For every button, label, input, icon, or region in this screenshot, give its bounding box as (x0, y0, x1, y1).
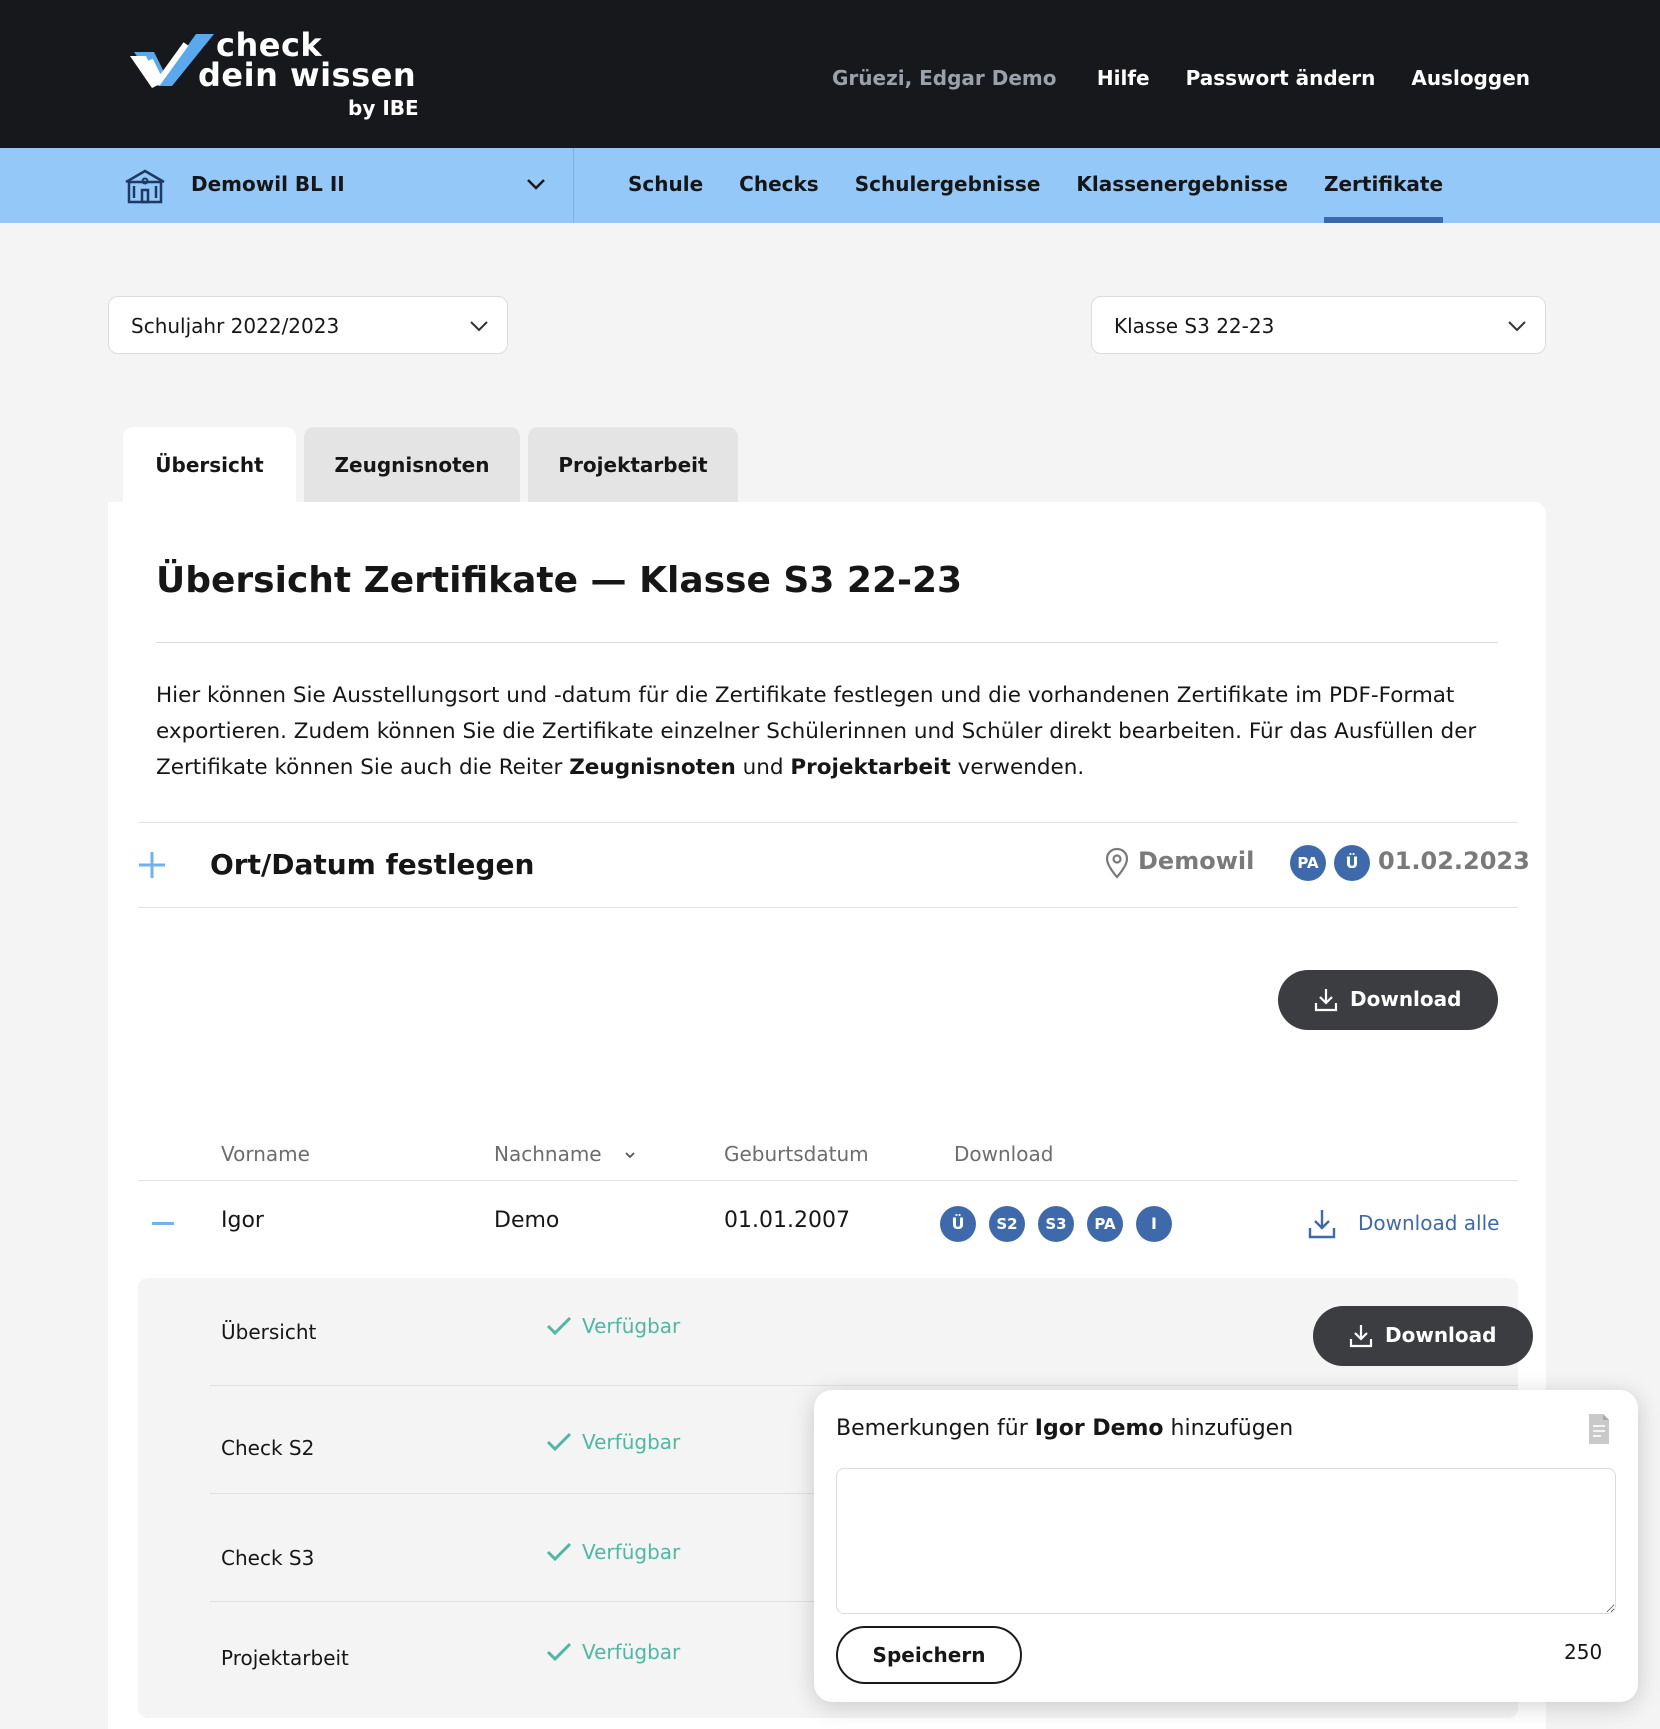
top-header: check dein wissen by IBE Grüezi, Edgar D… (0, 0, 1660, 148)
certificate-label: Check S3 (221, 1546, 315, 1570)
certificate-row-uebersicht: Übersicht Verfügbar Download (210, 1278, 1533, 1386)
certificate-badge-pa[interactable]: PA (1087, 1206, 1123, 1242)
download-button[interactable]: Download (1313, 1306, 1533, 1366)
intro-part-2: und (735, 755, 791, 780)
tab-projektarbeit[interactable]: Projektarbeit (528, 427, 738, 502)
sub-navigation: Demowil BL II Schule Checks Schulergebni… (0, 148, 1660, 223)
help-link[interactable]: Hilfe (1097, 66, 1150, 90)
school-building-icon (125, 169, 165, 204)
column-header-geburtsdatum[interactable]: Geburtsdatum (724, 1142, 869, 1166)
logo[interactable]: check dein wissen by IBE (130, 26, 430, 126)
check-icon (546, 1432, 572, 1452)
cell-nachname: Demo (494, 1208, 560, 1233)
class-select[interactable]: Klasse S3 22-23 (1091, 296, 1546, 354)
nav-schule[interactable]: Schule (628, 148, 703, 223)
logo-line-2: dein wissen (198, 56, 417, 94)
chevron-down-icon (1508, 321, 1526, 332)
download-icon (1314, 989, 1338, 1012)
school-selector[interactable]: Demowil BL II (124, 148, 574, 223)
user-greeting: Grüezi, Edgar Demo (832, 66, 1057, 90)
main-nav: Schule Checks Schulergebnisse Klassenerg… (628, 148, 1479, 223)
character-counter: 250 (1564, 1640, 1603, 1664)
remarks-popup: Bemerkungen für Igor Demo hinzufügen Spe… (814, 1390, 1638, 1702)
certificate-label: Projektarbeit (221, 1646, 349, 1670)
status-available: Verfügbar (582, 1640, 681, 1664)
school-year-select[interactable]: Schuljahr 2022/2023 (108, 296, 508, 354)
change-password-link[interactable]: Passwort ändern (1186, 66, 1376, 90)
nav-zertifikate[interactable]: Zertifikate (1323, 148, 1444, 223)
download-button-label: Download (1385, 1323, 1497, 1347)
location-pin-icon (1105, 847, 1129, 879)
remarks-title-name: Igor Demo (1034, 1416, 1164, 1441)
cell-geburtsdatum: 01.01.2007 (724, 1208, 850, 1233)
check-icon (546, 1316, 572, 1336)
school-year-value: Schuljahr 2022/2023 (131, 314, 340, 338)
place-date-title: Ort/Datum festlegen (210, 848, 535, 881)
badge-pa: PA (1290, 845, 1326, 881)
certificate-badge-s3[interactable]: S3 (1038, 1206, 1074, 1242)
column-header-nachname[interactable]: Nachname (494, 1142, 602, 1166)
column-header-download: Download (954, 1142, 1054, 1166)
download-icon (1349, 1325, 1373, 1348)
page-title: Übersicht Zertifikate — Klasse S3 22-23 (156, 560, 963, 601)
divider (156, 642, 1498, 643)
check-icon (546, 1642, 572, 1662)
remarks-title-post: hinzufügen (1163, 1416, 1294, 1441)
download-button-label: Download (1350, 987, 1462, 1011)
intro-text: Hier können Sie Ausstellungsort und -dat… (156, 678, 1498, 786)
column-header-vorname[interactable]: Vorname (221, 1142, 310, 1166)
nav-schulergebnisse[interactable]: Schulergebnisse (855, 148, 1041, 223)
remarks-title-pre: Bemerkungen für (836, 1416, 1035, 1441)
plus-icon[interactable] (138, 851, 166, 879)
school-name: Demowil BL II (191, 172, 345, 196)
class-value: Klasse S3 22-23 (1114, 314, 1275, 338)
status-available: Verfügbar (582, 1430, 681, 1454)
cell-vorname: Igor (221, 1208, 264, 1233)
logout-link[interactable]: Ausloggen (1411, 66, 1530, 90)
certificate-badge-s2[interactable]: S2 (989, 1206, 1025, 1242)
collapse-icon[interactable] (152, 1222, 174, 1225)
tab-zeugnisnoten[interactable]: Zeugnisnoten (304, 427, 520, 502)
status-available: Verfügbar (582, 1540, 681, 1564)
certificate-badge-i[interactable]: I (1136, 1206, 1172, 1242)
intro-part-3: verwenden. (950, 755, 1085, 780)
logo-line-3: by IBE (348, 96, 419, 120)
intro-bold-1: Zeugnisnoten (569, 755, 736, 780)
remarks-textarea[interactable] (836, 1468, 1616, 1614)
download-icon[interactable] (1308, 1208, 1336, 1240)
place-value: Demowil (1138, 847, 1255, 875)
chevron-down-icon (470, 321, 488, 332)
place-date-section[interactable]: Ort/Datum festlegen Demowil PA Ü 01.02.2… (138, 822, 1530, 908)
tab-uebersicht[interactable]: Übersicht (123, 427, 296, 502)
download-button[interactable]: Download (1278, 970, 1498, 1030)
download-all-link[interactable]: Download alle (1358, 1211, 1499, 1235)
badge-ue: Ü (1334, 845, 1370, 881)
date-value: 01.02.2023 (1378, 847, 1530, 875)
save-button[interactable]: Speichern (836, 1626, 1022, 1684)
sort-chevron-icon[interactable] (623, 1148, 637, 1162)
remarks-popup-title: Bemerkungen für Igor Demo hinzufügen (836, 1416, 1293, 1441)
chevron-down-icon (527, 179, 545, 190)
status-available: Verfügbar (582, 1314, 681, 1338)
intro-bold-2: Projektarbeit (790, 755, 951, 780)
certificate-badge-ue[interactable]: Ü (940, 1206, 976, 1242)
certificate-label: Übersicht (221, 1320, 317, 1344)
header-links: Hilfe Passwort ändern Ausloggen (1097, 66, 1530, 90)
check-icon (546, 1542, 572, 1562)
nav-checks[interactable]: Checks (739, 148, 819, 223)
certificate-label: Check S2 (221, 1436, 315, 1460)
document-icon (1589, 1414, 1609, 1444)
nav-klassenergebnisse[interactable]: Klassenergebnisse (1076, 148, 1288, 223)
table-header-divider (138, 1180, 1518, 1181)
